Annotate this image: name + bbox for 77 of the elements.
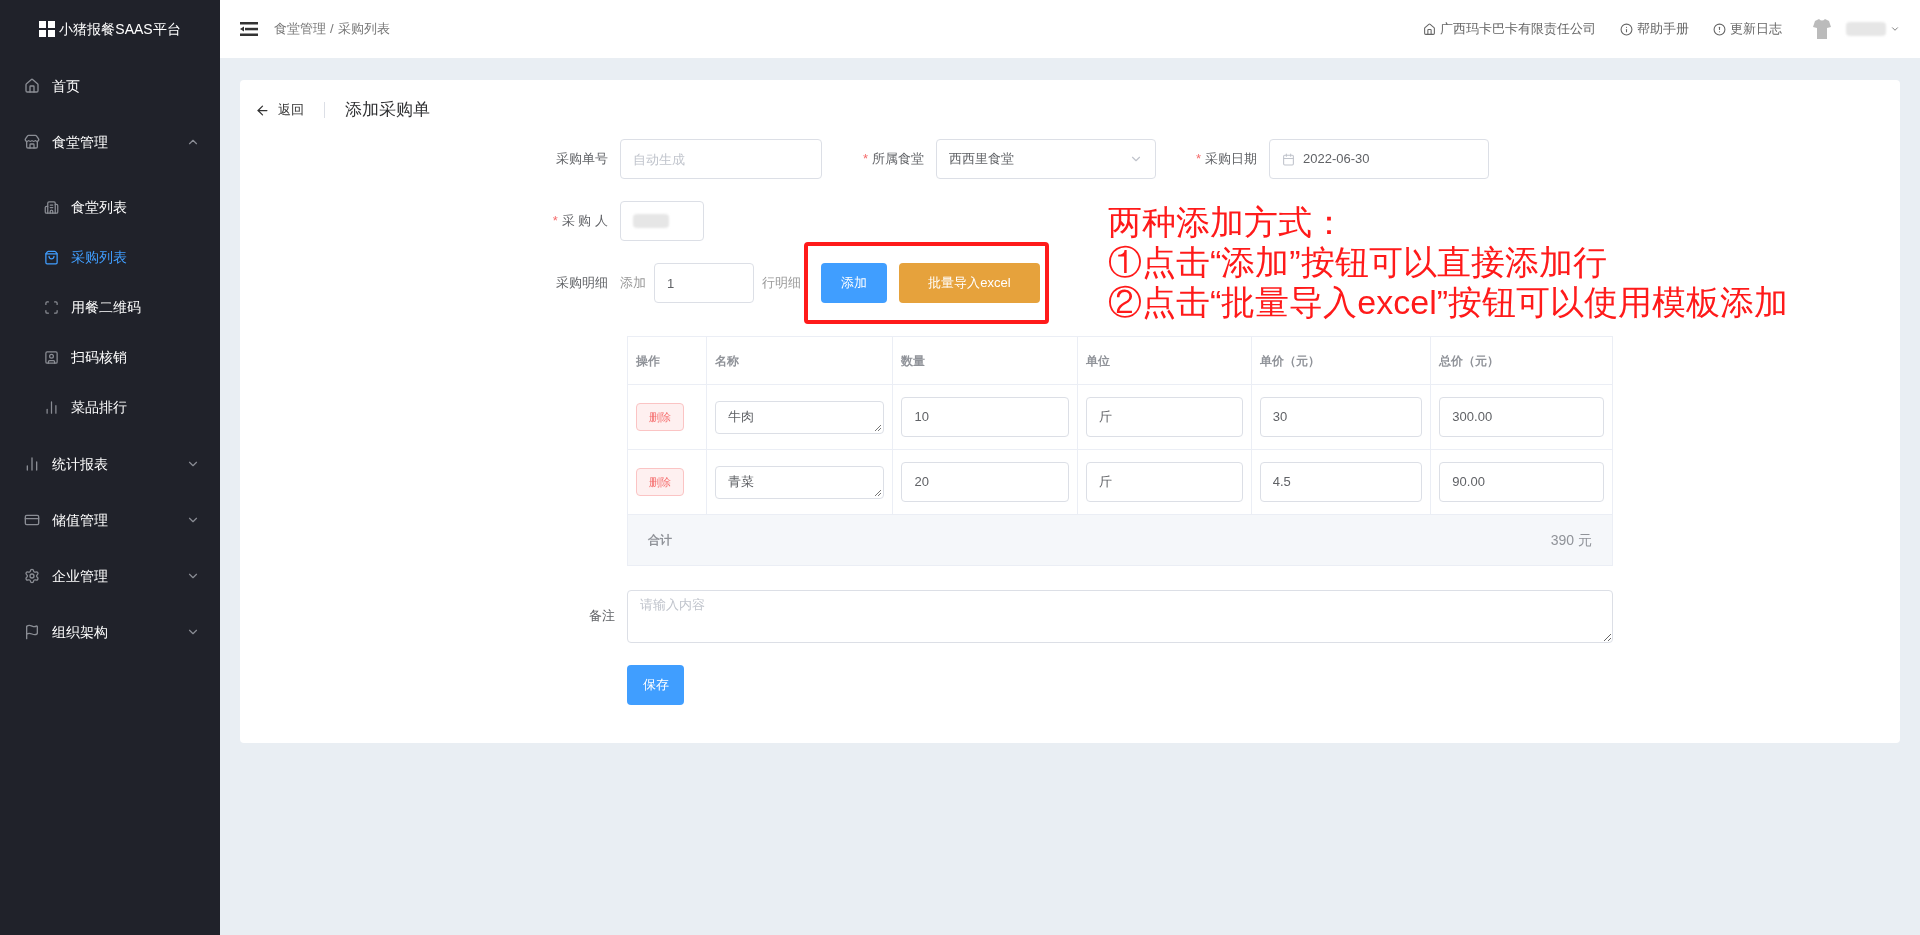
home-icon (24, 78, 40, 94)
logo-icon (39, 21, 56, 37)
total-value: 390 元 (1550, 530, 1592, 550)
page-title: 添加采购单 (345, 99, 430, 122)
card-icon (24, 512, 40, 528)
canteen-select[interactable]: 西西里食堂 (936, 139, 1156, 179)
bar-chart-icon (44, 399, 59, 415)
table-input-field[interactable]: 10 (901, 397, 1070, 437)
bar-chart-icon (24, 456, 40, 472)
sidebar-item[interactable]: 企业管理 (0, 548, 220, 604)
sidebar-item[interactable]: 食堂管理 (0, 114, 220, 170)
menu-fold-icon (240, 22, 258, 36)
blurred-name (1846, 22, 1886, 36)
column-header: 数量 (901, 352, 926, 370)
annotation-text: ②点击“批量导入excel”按钮可以使用模板添加 (1108, 282, 1789, 322)
annotation-text: 两种添加方式： (1108, 202, 1346, 242)
sidebar-item[interactable]: 统计报表 (0, 436, 220, 492)
sidebar-subitem[interactable]: 采购列表 (0, 232, 220, 282)
breadcrumb-item[interactable]: 食堂管理 (274, 19, 326, 39)
store-icon (24, 134, 40, 150)
name-textarea[interactable]: 牛肉 (714, 400, 885, 434)
home-icon (1423, 22, 1436, 36)
header-link[interactable]: 更新日志 (1713, 19, 1782, 39)
settings-icon (24, 568, 40, 584)
field-label: 备注 (588, 607, 616, 625)
add-prefix-text: 添加 (620, 274, 646, 293)
table-input-field[interactable]: 斤 (1086, 462, 1243, 502)
sidebar-item[interactable]: 储值管理 (0, 492, 220, 548)
breadcrumb-item[interactable]: 采购列表 (337, 19, 390, 39)
table-input-field[interactable]: 300.00 (1439, 397, 1604, 437)
buyer-field[interactable] (620, 201, 704, 241)
column-header: 单位 (1086, 352, 1111, 370)
sidebar-subitem[interactable]: 食堂列表 (0, 182, 220, 232)
table-input-field[interactable]: 90.00 (1439, 462, 1604, 502)
sidebar-subitem[interactable]: 菜品排行 (0, 382, 220, 432)
field-label: * 采 购 人 (551, 212, 609, 231)
table-input-field[interactable]: 20 (901, 462, 1070, 502)
column-header: 总价（元） (1439, 352, 1500, 370)
back-link[interactable]: 返回 (255, 100, 304, 120)
calendar-icon (1282, 152, 1295, 166)
table-input-field[interactable]: 30 (1259, 397, 1423, 437)
app-logo-text: 小猪报餐SAAS平台 (59, 19, 181, 39)
add-suffix-text: 行明细 (762, 274, 801, 293)
badge-card-icon (44, 349, 59, 365)
caret-icon (1890, 24, 1900, 34)
column-header: 操作 (636, 352, 660, 370)
table-input-field[interactable]: 4.5 (1259, 462, 1423, 502)
flag-icon (24, 624, 40, 640)
alert-icon (1713, 22, 1726, 36)
column-header: 单价（元） (1259, 352, 1320, 370)
column-header: 名称 (714, 352, 739, 370)
order-number-field[interactable]: 自动生成 (620, 139, 822, 179)
field-label: 采购单号 (555, 150, 609, 169)
building-icon (44, 199, 59, 215)
sidebar-subitem[interactable]: 用餐二维码 (0, 282, 220, 332)
field-label: * 采购日期 (1194, 150, 1258, 169)
header-link[interactable]: 广西玛卡巴卡有限责任公司 (1423, 19, 1596, 39)
blurred-name (633, 214, 669, 228)
field-label: 采购明细 (555, 274, 609, 293)
resize-handle-icon (875, 489, 882, 496)
scan-icon (44, 299, 59, 315)
info-icon (1620, 22, 1633, 36)
row-count-field[interactable]: 1 (654, 263, 754, 303)
sidebar-item[interactable]: 首页 (0, 58, 220, 114)
date-field[interactable]: 2022-06-30 (1269, 139, 1489, 179)
field-label: * 所属食堂 (861, 150, 925, 169)
bag-icon (44, 249, 59, 265)
breadcrumb-separator: / (330, 20, 334, 39)
sidebar-subitem[interactable]: 扫码核销 (0, 332, 220, 382)
annotation-text: ①点击“添加”按钮可以直接添加行 (1108, 242, 1607, 282)
table-input-field[interactable]: 斤 (1086, 397, 1243, 437)
name-textarea[interactable]: 青菜 (714, 465, 885, 499)
resize-handle-icon (875, 424, 882, 431)
sidebar-item[interactable]: 组织架构 (0, 604, 220, 660)
remark-field[interactable]: 请输入内容 (627, 590, 1613, 643)
total-label: 合计 (648, 532, 672, 549)
header-link[interactable]: 帮助手册 (1620, 19, 1689, 39)
